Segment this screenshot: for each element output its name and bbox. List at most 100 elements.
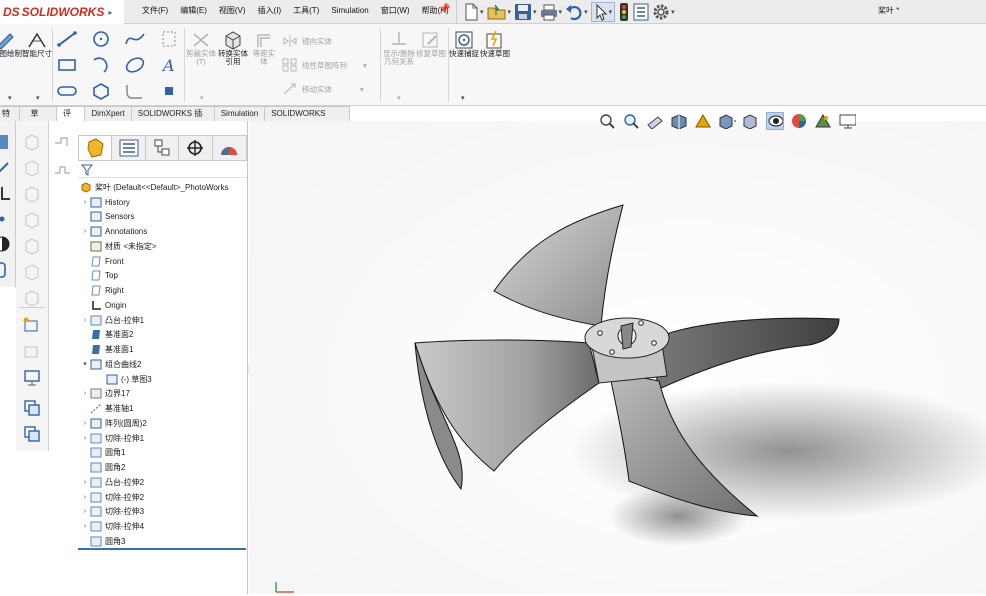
tree-item[interactable]: 圆角1 bbox=[80, 446, 125, 460]
tree-item[interactable]: Front bbox=[80, 254, 124, 268]
zoom-to-area-button[interactable] bbox=[622, 112, 640, 130]
tree-item[interactable]: › 切除-拉伸2 bbox=[80, 490, 144, 504]
view-box-icon[interactable] bbox=[23, 185, 41, 203]
display-style-button[interactable] bbox=[742, 112, 760, 130]
tab-configuration-manager[interactable] bbox=[146, 136, 180, 160]
offset-entities-button[interactable]: 等距实体 bbox=[250, 30, 278, 66]
edit-gray-icon[interactable] bbox=[23, 343, 41, 361]
collapse-arrow-icon[interactable]: ▾ bbox=[80, 360, 90, 368]
display-relations-button[interactable]: 显示/删除几何关系 bbox=[382, 30, 416, 66]
view-settings-button[interactable] bbox=[838, 112, 856, 130]
line-tool-icon[interactable] bbox=[0, 133, 12, 151]
fillet-sketch-button[interactable] bbox=[124, 82, 146, 100]
filter-row[interactable] bbox=[78, 162, 247, 178]
pencil-icon[interactable] bbox=[0, 159, 12, 177]
solidworks-logo[interactable]: DS SOLIDWORKS ▸ bbox=[0, 0, 124, 24]
view-box-icon[interactable] bbox=[23, 159, 41, 177]
tab-features[interactable]: 特征 bbox=[0, 106, 21, 132]
dimension-dropdown-arrow-icon[interactable]: ▾ bbox=[36, 94, 40, 102]
view-box-icon[interactable] bbox=[23, 289, 41, 307]
menu-file[interactable]: 文件(F) bbox=[136, 0, 174, 22]
tab-dimxpert-manager[interactable] bbox=[179, 136, 213, 160]
tree-item[interactable]: 材质 <未指定> bbox=[80, 239, 157, 253]
view-box-icon[interactable] bbox=[23, 211, 41, 229]
origin-tool-icon[interactable] bbox=[0, 185, 12, 203]
hide-show-items-button[interactable] bbox=[766, 112, 784, 130]
text-button[interactable]: A bbox=[160, 56, 178, 74]
tree-item[interactable]: › 阵列(圆周)2 bbox=[80, 416, 147, 430]
expand-arrow-icon[interactable]: › bbox=[80, 228, 90, 235]
expand-arrow-icon[interactable]: › bbox=[80, 435, 90, 442]
polygon-button[interactable] bbox=[90, 82, 112, 100]
tree-item[interactable]: Origin bbox=[80, 298, 126, 312]
tree-item[interactable]: › 切除-拉伸4 bbox=[80, 520, 144, 534]
menu-simulation[interactable]: Simulation bbox=[325, 0, 374, 22]
menu-insert[interactable]: 插入(I) bbox=[252, 0, 288, 22]
expand-arrow-icon[interactable]: › bbox=[80, 508, 90, 515]
layers-icon[interactable] bbox=[23, 399, 41, 417]
tab-mbd[interactable]: SOLIDWORKS MBD bbox=[265, 106, 350, 132]
tab-feature-tree[interactable] bbox=[79, 136, 113, 160]
repair-sketch-button[interactable]: 修复草图 bbox=[416, 30, 446, 58]
slot-button[interactable] bbox=[56, 82, 78, 100]
edit-appearance-button[interactable] bbox=[790, 112, 808, 130]
tree-item[interactable]: › 切除-拉伸1 bbox=[80, 431, 144, 445]
tree-item[interactable]: › History bbox=[80, 195, 130, 209]
expand-arrow-icon[interactable]: › bbox=[80, 479, 90, 486]
view-box-icon[interactable] bbox=[23, 263, 41, 281]
arc-button[interactable] bbox=[90, 56, 112, 74]
relations-dropdown-arrow-icon[interactable]: ▾ bbox=[397, 94, 401, 102]
tree-item[interactable]: › 凸台-拉伸2 bbox=[80, 475, 144, 489]
tree-item[interactable]: 基准面1 bbox=[80, 343, 133, 357]
rebuild-button[interactable] bbox=[618, 2, 630, 22]
tree-item[interactable]: 圆角3 bbox=[80, 534, 125, 548]
zoom-to-fit-button[interactable] bbox=[598, 112, 616, 130]
panel-side-icons[interactable] bbox=[52, 135, 74, 179]
tree-root[interactable]: 桨叶 (Default<<Default>_PhotoWorks bbox=[80, 180, 228, 194]
tree-item[interactable]: Sensors bbox=[80, 210, 134, 224]
tree-item[interactable]: › 边界17 bbox=[80, 387, 130, 401]
open-button[interactable]: ▾ bbox=[487, 2, 511, 22]
circle-button[interactable] bbox=[90, 30, 112, 48]
text-point-button[interactable] bbox=[160, 30, 178, 48]
tab-property-manager[interactable] bbox=[112, 136, 146, 160]
view-orientation-button[interactable] bbox=[718, 112, 736, 130]
tab-display-manager[interactable] bbox=[213, 136, 246, 160]
tree-item[interactable]: Top bbox=[80, 269, 118, 283]
options-button[interactable]: ▾ bbox=[652, 2, 675, 22]
new-button[interactable]: ▾ bbox=[463, 2, 484, 22]
rectangle-button[interactable] bbox=[56, 56, 78, 74]
smart-dimension-button[interactable]: 智能尺寸 bbox=[22, 30, 52, 58]
rapid-sketch-button[interactable]: 快速草图 bbox=[480, 30, 510, 58]
tab-dimxpert[interactable]: DimXpert bbox=[85, 106, 132, 121]
expand-arrow-icon[interactable]: › bbox=[80, 494, 90, 501]
apply-scene-button[interactable] bbox=[814, 112, 832, 130]
sketch-dropdown-arrow-icon[interactable]: ▾ bbox=[8, 94, 12, 102]
move-entities-button[interactable]: 移动实体 ▾ bbox=[282, 82, 364, 96]
expand-arrow-icon[interactable]: › bbox=[80, 523, 90, 530]
appearance-icon[interactable] bbox=[0, 235, 12, 253]
tree-item[interactable]: 基准面2 bbox=[80, 328, 133, 342]
clip-icon[interactable] bbox=[0, 261, 12, 279]
spline-button[interactable] bbox=[124, 30, 146, 48]
menu-window[interactable]: 窗口(W) bbox=[375, 0, 416, 22]
point-icon[interactable] bbox=[0, 211, 12, 229]
tab-sketch[interactable]: 草图 bbox=[20, 106, 57, 132]
expand-arrow-icon[interactable]: › bbox=[80, 420, 90, 427]
undo-button[interactable]: ▾ bbox=[565, 2, 588, 22]
filter-funnel-icon[interactable] bbox=[81, 164, 93, 176]
expand-arrow-icon[interactable]: › bbox=[80, 199, 90, 206]
snap-dropdown-arrow-icon[interactable]: ▾ bbox=[461, 94, 465, 102]
tree-item[interactable]: Right bbox=[80, 284, 124, 298]
tree-item[interactable]: › 凸台-拉伸1 bbox=[80, 313, 144, 327]
tree-item[interactable]: (-) 草图3 bbox=[96, 372, 152, 386]
graphics-area[interactable] bbox=[249, 121, 986, 594]
save-button[interactable]: ▾ bbox=[514, 2, 537, 22]
mirror-entities-button[interactable]: 镜向实体 bbox=[282, 34, 332, 48]
tree-item[interactable]: 圆角2 bbox=[80, 461, 125, 475]
line-button[interactable] bbox=[56, 30, 78, 48]
file-properties-button[interactable] bbox=[633, 2, 649, 22]
layers-copy-icon[interactable] bbox=[23, 425, 41, 443]
menu-tools[interactable]: 工具(T) bbox=[287, 0, 325, 22]
ellipse-button[interactable] bbox=[124, 56, 146, 74]
